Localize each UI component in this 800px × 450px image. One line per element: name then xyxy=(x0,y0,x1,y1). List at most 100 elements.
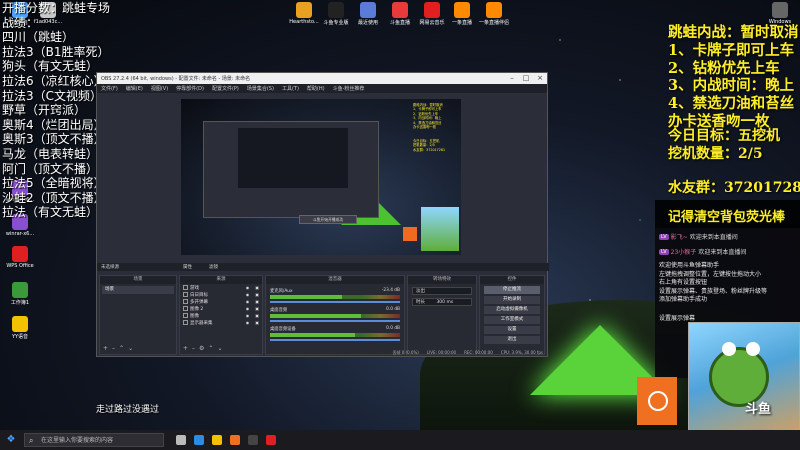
scenes-dock-title: 场景 xyxy=(100,276,176,284)
chat-username[interactable]: 影飞~ xyxy=(671,232,688,241)
obs-menu-item[interactable]: 工具(T) xyxy=(282,85,299,92)
maximize-icon[interactable]: □ xyxy=(519,73,533,84)
desktop-icon[interactable]: 斗鱼直播 xyxy=(382,2,418,26)
windows-start-icon[interactable]: ❖ xyxy=(0,430,22,450)
preview-obs-window xyxy=(203,121,379,218)
record-line: 沙蛙2（顶文不播） xyxy=(2,190,106,205)
streamer-avatar-card xyxy=(688,322,800,440)
no-source-label: 未选择源 xyxy=(101,265,119,270)
status-item: CPU: 3.9%, 30.00 fps xyxy=(500,350,543,355)
control-button[interactable]: 启动虚拟摄像机 xyxy=(484,306,540,314)
desktop-icon[interactable]: Windows xyxy=(762,2,798,25)
mixer-channel: 麦克风/Aux -23.4 dB xyxy=(270,288,400,303)
desktop-icon[interactable]: WPS Office xyxy=(2,246,38,269)
source-item[interactable]: 图像 2 ◉ ▣ xyxy=(180,305,262,312)
obs-menu-item[interactable]: 停靠部件(D) xyxy=(176,85,204,92)
obs-menu-item[interactable]: 配置文件(P) xyxy=(212,85,239,92)
desktop-app-icon xyxy=(296,2,312,18)
taskbar-obs-icon[interactable] xyxy=(244,430,262,450)
chat-message: LV 23小猴子 欢迎来到本直播间 xyxy=(659,247,796,256)
source-item[interactable]: 显示器采集 ◉ ▣ xyxy=(180,319,262,326)
desktop-icon[interactable]: YY语音 xyxy=(2,316,38,340)
obs-menu-item[interactable]: 视图(V) xyxy=(151,85,168,92)
go-live-toast: 斗鱼开始开播成功 xyxy=(299,215,357,224)
system-line: 右上角有设置按钮 xyxy=(659,279,708,286)
audio-mixer-dock: 混音器 麦克风/Aux -23.4 dB 桌面音频 0.0 dB 桌面音频设备 0.0 d… xyxy=(265,275,405,355)
obs-window[interactable]: OBS 27.2.4 (64 bit, windows) - 配置文件: 未命名… xyxy=(96,72,549,357)
obs-menu-item[interactable]: 场景集合(S) xyxy=(247,85,274,92)
source-type-icon xyxy=(183,320,188,325)
volume-slider[interactable] xyxy=(270,339,400,341)
source-item[interactable]: 多开弹幕 ◉ ▣ xyxy=(180,298,262,305)
taskbar-edge-icon[interactable] xyxy=(190,430,208,450)
chat-username[interactable]: 23小猴子 xyxy=(671,247,697,256)
taskbar-file-explorer-icon[interactable] xyxy=(208,430,226,450)
lock-icon[interactable]: ▣ xyxy=(255,292,259,297)
stream-notice: 跳蛙内战：暂时取消 1、卡牌子即可上车 2、钻粉优先上车 3、内战时间：晚上 4、禁选刀… xyxy=(668,24,799,131)
desktop-icon-label: 斗鱼专业版 xyxy=(323,20,349,26)
transition-select[interactable]: 淡出 xyxy=(412,287,472,295)
visibility-eye-icon[interactable]: ◉ xyxy=(246,306,250,311)
minimize-icon[interactable]: – xyxy=(505,73,519,84)
lock-icon[interactable]: ▣ xyxy=(255,313,259,318)
mixer-channel-header: 桌面音频 0.0 dB xyxy=(270,307,400,313)
desktop-icon[interactable]: 工作簿1 xyxy=(2,282,38,306)
douyu-logo: 斗鱼 xyxy=(745,402,772,417)
transition-duration[interactable]: 时长 300 ms xyxy=(412,298,472,306)
desktop-icon[interactable]: 斗鱼专业版 xyxy=(318,2,354,26)
lock-icon[interactable]: ▣ xyxy=(255,306,259,311)
obs-menu-item[interactable]: 编辑(E) xyxy=(126,85,143,92)
obs-menu-item[interactable]: 斗鱼-粉丝推荐 xyxy=(333,85,365,92)
goal-today: 今日目标：五挖机 xyxy=(668,128,780,144)
record-line: 拉法（有文无蛙） xyxy=(2,205,99,220)
control-button[interactable]: 退出 xyxy=(484,336,540,344)
visibility-eye-icon[interactable]: ◉ xyxy=(246,299,250,304)
taskbar-netease-music-icon[interactable] xyxy=(262,430,280,450)
obs-menu-item[interactable]: 文件(F) xyxy=(101,85,118,92)
channel-db: 0.0 dB xyxy=(386,307,400,312)
desktop-icon[interactable]: Hearthsto... xyxy=(286,2,322,25)
taskbar-search-input[interactable]: 在这里输入你要搜索的内容 xyxy=(24,433,164,447)
desktop-icon-label: WPS Office xyxy=(6,263,34,269)
system-line: 欢迎使用斗鱼弹幕助手 xyxy=(659,262,720,269)
visibility-eye-icon[interactable]: ◉ xyxy=(246,313,250,318)
control-button[interactable]: 停止推流 xyxy=(484,286,540,294)
notice-line: 1、卡牌子即可上车 xyxy=(668,41,795,59)
visibility-eye-icon[interactable]: ◉ xyxy=(246,292,250,297)
desktop-icon[interactable]: 最近使用 xyxy=(350,2,386,26)
obs-status-bar: 丢帧 0 (0.0%) LIVE: 00:00:00 REC: 00:00:00 CP… xyxy=(97,350,549,356)
visibility-eye-icon[interactable]: ◉ xyxy=(246,285,250,290)
filters-button[interactable]: 滤镜 xyxy=(209,264,218,270)
lock-icon[interactable]: ▣ xyxy=(255,320,259,325)
control-button[interactable]: 工作室模式 xyxy=(484,316,540,324)
volume-slider[interactable] xyxy=(270,320,400,322)
mixer-channel-header: 麦克风/Aux -23.4 dB xyxy=(270,288,400,294)
preview-notice-line: 办卡送香吻一枚 xyxy=(413,125,437,130)
source-toolbar: 未选择源 属性 滤镜 xyxy=(97,263,549,271)
desktop-icon[interactable]: 一条直播 xyxy=(444,2,480,26)
lock-icon[interactable]: ▣ xyxy=(255,299,259,304)
source-item[interactable]: 图像 ◉ ▣ xyxy=(180,312,262,319)
source-item[interactable]: 白日目标 ◉ ▣ xyxy=(180,291,262,298)
volume-slider[interactable] xyxy=(270,301,400,303)
obs-preview[interactable]: 跳蛙内战：暂时取消 1、卡牌子即可上车 2、钻粉优先上车 3、内战时间：晚上 4、禁选刀… xyxy=(181,99,461,255)
record-line: 阿门（顶文不播） xyxy=(2,161,99,176)
obs-menu-item[interactable]: 帮助(H) xyxy=(307,85,325,92)
volume-meter xyxy=(270,314,400,318)
lock-icon[interactable]: ▣ xyxy=(255,285,259,290)
taskbar-task-view-icon[interactable] xyxy=(172,430,190,450)
properties-button[interactable]: 属性 xyxy=(183,264,192,270)
close-icon[interactable]: × xyxy=(533,73,547,84)
chat-message: LV 影飞~ 欢迎来到本直播间 xyxy=(659,232,796,241)
stream-record-list: 开播分数：跳蛙专场 战绩： 四川（跳蛙） 拉法3（B1胜率死） 狗头（有文无蛙） 拉法6（… xyxy=(2,1,110,220)
obs-title-bar[interactable]: OBS 27.2.4 (64 bit, windows) - 配置文件: 未命名… xyxy=(97,73,547,84)
source-item[interactable]: 游戏 ◉ ▣ xyxy=(180,284,262,291)
channel-name: 麦克风/Aux xyxy=(270,289,293,294)
taskbar-douyu-icon[interactable] xyxy=(226,430,244,450)
visibility-eye-icon[interactable]: ◉ xyxy=(246,320,250,325)
desktop-icon[interactable]: 一条直播伴侣 xyxy=(476,2,512,26)
control-button[interactable]: 开始录制 xyxy=(484,296,540,304)
controls-dock: 控件 停止推流 开始录制 启动虚拟摄像机 工作室模式 设置 退出 xyxy=(479,275,545,355)
control-button[interactable]: 设置 xyxy=(484,326,540,334)
scene-item[interactable]: 场景 xyxy=(102,286,174,294)
